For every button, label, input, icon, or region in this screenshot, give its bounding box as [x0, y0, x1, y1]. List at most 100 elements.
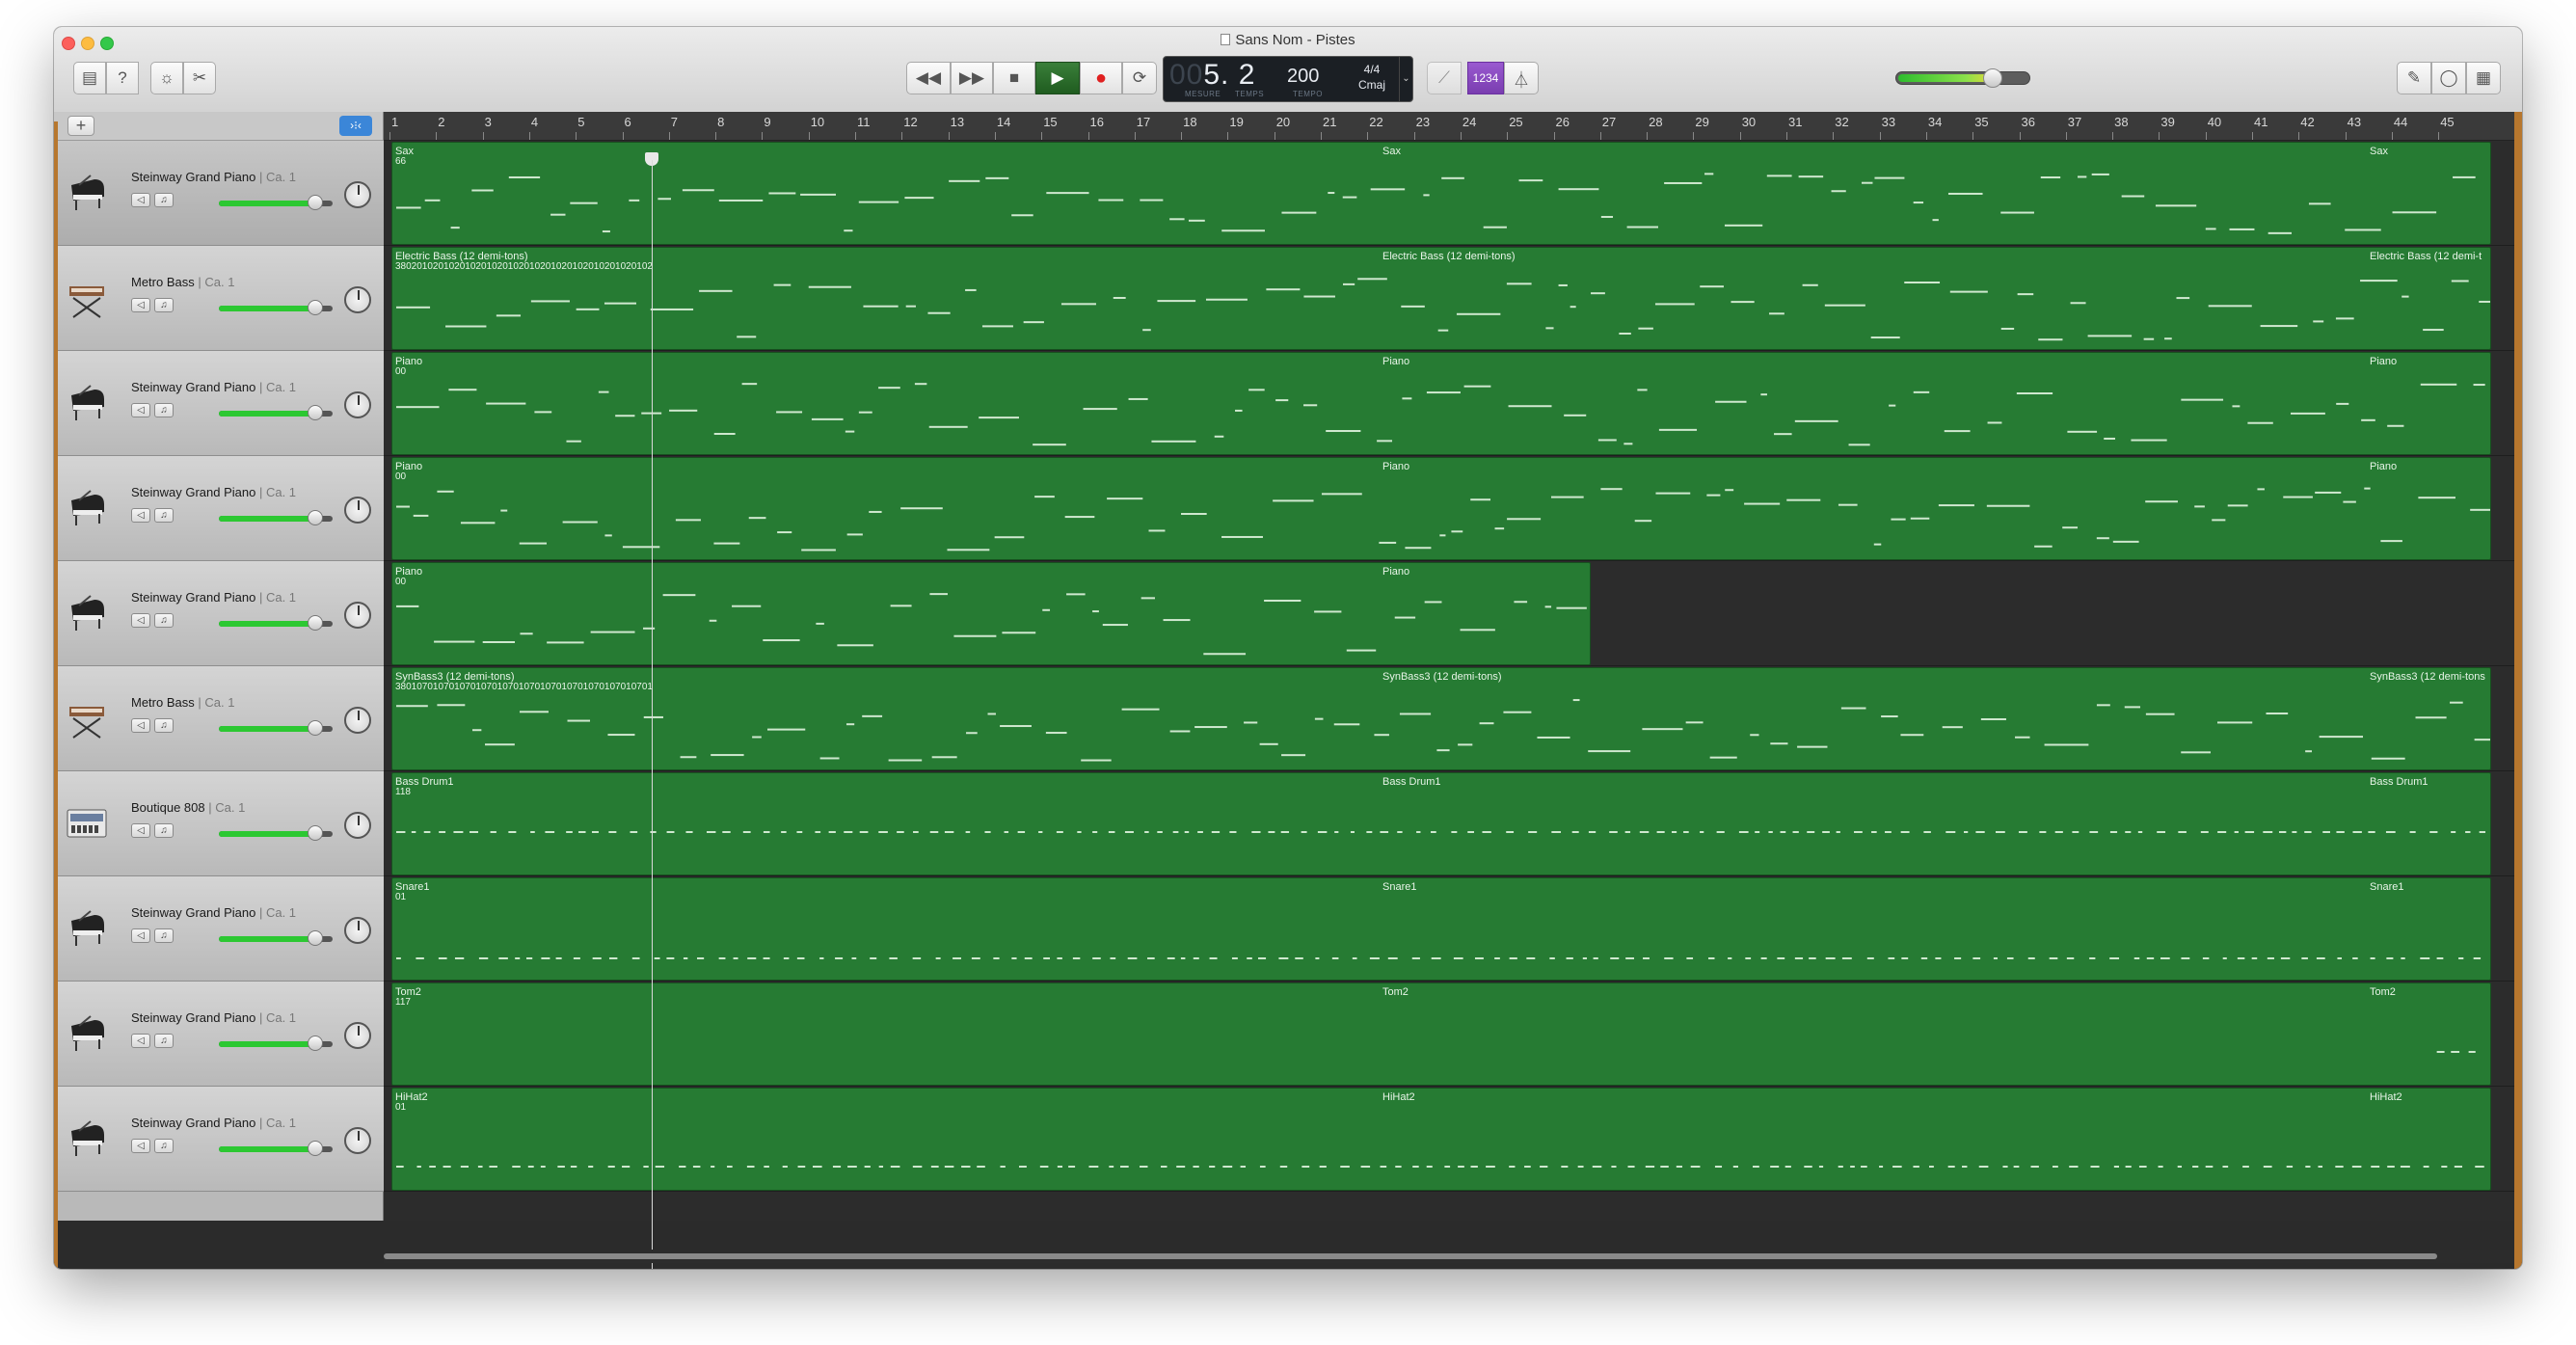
track-volume-knob[interactable] [308, 1141, 323, 1156]
track-name[interactable]: Metro Bass | Ca. 1 [131, 695, 234, 710]
midi-region[interactable]: Electric Bass (12 demi-tons) 380201020102… [391, 247, 2491, 350]
track-name[interactable]: Steinway Grand Piano | Ca. 1 [131, 590, 296, 605]
smart-controls-button[interactable]: ☼ [150, 62, 183, 94]
track-lane[interactable]: Piano 00 Piano Piano [384, 456, 2514, 561]
track-volume-slider[interactable] [219, 300, 333, 315]
arrange-area[interactable]: Sax 66 Sax Sax Electric Bass (12 demi-tons) 3… [384, 141, 2514, 1221]
add-track-button[interactable]: + [67, 116, 94, 136]
master-volume-slider[interactable] [1895, 68, 2030, 88]
headphones-icon[interactable]: ♫ [154, 928, 174, 943]
mute-icon[interactable]: ◁ [131, 508, 150, 523]
track-volume-slider[interactable] [219, 510, 333, 525]
track-lane[interactable]: SynBass3 (12 demi-tons) 38010701070107010… [384, 666, 2514, 771]
track-header[interactable]: Steinway Grand Piano | Ca. 1 ◁ ♫ [54, 456, 384, 561]
track-header[interactable]: Steinway Grand Piano | Ca. 1 ◁ ♫ [54, 351, 384, 456]
track-lane[interactable]: Bass Drum1 118 Bass Drum1 Bass Drum1 [384, 771, 2514, 876]
play-button[interactable]: ▶ [1035, 62, 1080, 94]
cycle-button[interactable]: ⟳ [1122, 62, 1157, 94]
track-header[interactable]: Boutique 808 | Ca. 1 ◁ ♫ [54, 771, 384, 876]
mute-icon[interactable]: ◁ [131, 1139, 150, 1153]
track-lane[interactable]: Piano 00 Piano Piano [384, 351, 2514, 456]
help-button[interactable]: ? [106, 62, 139, 94]
midi-region[interactable]: Sax 66 Sax Sax [391, 142, 2491, 245]
track-name[interactable]: Steinway Grand Piano | Ca. 1 [131, 905, 296, 920]
track-volume-knob[interactable] [308, 720, 323, 736]
track-header[interactable]: Metro Bass | Ca. 1 ◁ ♫ [54, 246, 384, 351]
track-volume-slider[interactable] [219, 825, 333, 841]
track-volume-knob[interactable] [308, 195, 323, 210]
track-header[interactable]: Steinway Grand Piano | Ca. 1 ◁ ♫ [54, 141, 384, 246]
track-header[interactable]: Steinway Grand Piano | Ca. 1 ◁ ♫ [54, 982, 384, 1087]
pan-knob[interactable] [344, 1022, 371, 1049]
track-name[interactable]: Metro Bass | Ca. 1 [131, 275, 234, 289]
tuner-button[interactable]: ⟋ [1427, 62, 1462, 94]
pan-knob[interactable] [344, 286, 371, 313]
track-name[interactable]: Steinway Grand Piano | Ca. 1 [131, 1010, 296, 1025]
editors-button[interactable]: ✂ [183, 62, 216, 94]
track-name[interactable]: Boutique 808 | Ca. 1 [131, 800, 245, 815]
mute-icon[interactable]: ◁ [131, 193, 150, 207]
midi-region[interactable]: Tom2 117 Tom2 Tom2 [391, 982, 2491, 1086]
track-name[interactable]: Steinway Grand Piano | Ca. 1 [131, 1116, 296, 1130]
mute-icon[interactable]: ◁ [131, 298, 150, 312]
track-name[interactable]: Steinway Grand Piano | Ca. 1 [131, 170, 296, 184]
headphones-icon[interactable]: ♫ [154, 403, 174, 417]
headphones-icon[interactable]: ♫ [154, 1034, 174, 1048]
track-volume-slider[interactable] [219, 930, 333, 946]
mute-icon[interactable]: ◁ [131, 718, 150, 733]
pan-knob[interactable] [344, 602, 371, 629]
track-header[interactable]: Steinway Grand Piano | Ca. 1 ◁ ♫ [54, 561, 384, 666]
region-filter-button[interactable]: ›⁝‹ [339, 116, 372, 136]
track-volume-knob[interactable] [308, 825, 323, 841]
master-volume-knob[interactable] [1983, 68, 2002, 88]
scrollbar-thumb[interactable] [384, 1253, 2437, 1259]
track-lane[interactable]: Electric Bass (12 demi-tons) 380201020102… [384, 246, 2514, 351]
track-name[interactable]: Steinway Grand Piano | Ca. 1 [131, 380, 296, 394]
track-header[interactable]: Steinway Grand Piano | Ca. 1 ◁ ♫ [54, 876, 384, 982]
track-lane[interactable]: Snare1 01 Snare1 Snare1 [384, 876, 2514, 982]
track-volume-slider[interactable] [219, 1141, 333, 1156]
midi-region[interactable]: Snare1 01 Snare1 Snare1 [391, 877, 2491, 981]
headphones-icon[interactable]: ♫ [154, 193, 174, 207]
headphones-icon[interactable]: ♫ [154, 823, 174, 838]
loop-browser-button[interactable]: ◯ [2431, 62, 2466, 94]
record-button[interactable]: ● [1080, 62, 1122, 94]
count-in-button[interactable]: 1234 [1467, 62, 1504, 94]
pan-knob[interactable] [344, 707, 371, 734]
lcd-display[interactable]: 005. 2 MESURE TEMPS 200 TEMPO 4/4 Cmaj ⌄ [1163, 56, 1413, 102]
track-header[interactable]: Steinway Grand Piano | Ca. 1 ◁ ♫ [54, 1087, 384, 1192]
stop-button[interactable]: ■ [993, 62, 1035, 94]
mute-icon[interactable]: ◁ [131, 928, 150, 943]
headphones-icon[interactable]: ♫ [154, 298, 174, 312]
track-volume-slider[interactable] [219, 1036, 333, 1051]
track-header[interactable]: Metro Bass | Ca. 1 ◁ ♫ [54, 666, 384, 771]
headphones-icon[interactable]: ♫ [154, 1139, 174, 1153]
midi-region[interactable]: HiHat2 01 HiHat2 HiHat2 [391, 1088, 2491, 1191]
midi-region[interactable]: Piano 00 Piano [391, 562, 1591, 665]
track-volume-slider[interactable] [219, 195, 333, 210]
track-volume-knob[interactable] [308, 615, 323, 631]
horizontal-scrollbar[interactable] [384, 1250, 2514, 1263]
midi-region[interactable]: Piano 00 Piano Piano [391, 352, 2491, 455]
media-browser-button[interactable]: ▦ [2466, 62, 2501, 94]
track-lane[interactable]: Piano 00 Piano [384, 561, 2514, 666]
library-button[interactable]: ▤ [73, 62, 106, 94]
mute-icon[interactable]: ◁ [131, 823, 150, 838]
track-name[interactable]: Steinway Grand Piano | Ca. 1 [131, 485, 296, 499]
metronome-button[interactable]: ⏃ [1504, 62, 1539, 94]
midi-region[interactable]: Bass Drum1 118 Bass Drum1 Bass Drum1 [391, 772, 2491, 875]
mute-icon[interactable]: ◁ [131, 1034, 150, 1048]
headphones-icon[interactable]: ♫ [154, 508, 174, 523]
lcd-dropdown-icon[interactable]: ⌄ [1399, 57, 1412, 101]
track-volume-knob[interactable] [308, 930, 323, 946]
pan-knob[interactable] [344, 1127, 371, 1154]
track-volume-slider[interactable] [219, 720, 333, 736]
track-lane[interactable]: Sax 66 Sax Sax [384, 141, 2514, 246]
headphones-icon[interactable]: ♫ [154, 718, 174, 733]
track-lane[interactable]: Tom2 117 Tom2 Tom2 [384, 982, 2514, 1087]
pan-knob[interactable] [344, 391, 371, 418]
notepad-button[interactable]: ✎ [2397, 62, 2431, 94]
track-volume-slider[interactable] [219, 405, 333, 420]
playhead[interactable] [652, 160, 653, 1269]
track-volume-knob[interactable] [308, 510, 323, 525]
